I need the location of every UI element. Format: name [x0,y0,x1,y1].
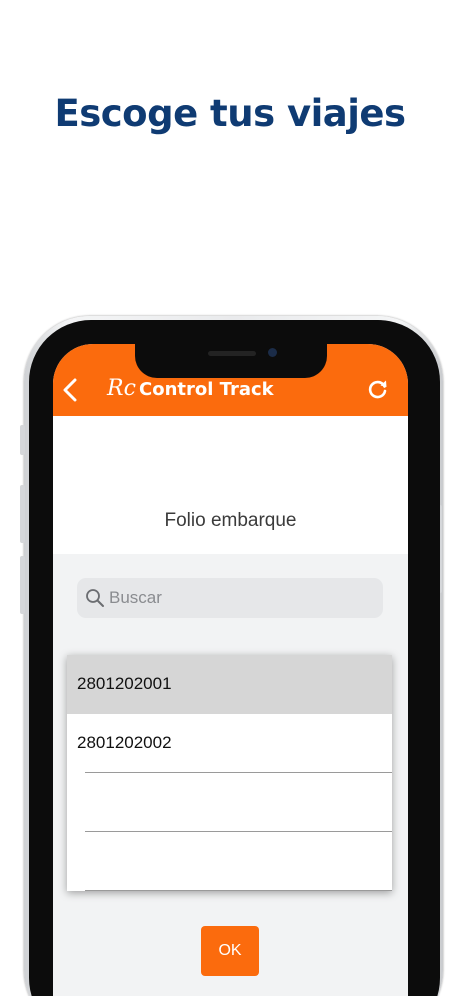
list-divider [85,890,392,891]
phone-side-button [20,425,25,455]
phone-volume-down-button [20,556,25,614]
list-item-empty[interactable] [67,773,392,832]
app-screen: Rc Control Track Folio embarque 28012020… [53,344,408,996]
list-item-label: 2801202001 [77,674,172,693]
list-item-label: 2801202002 [77,733,172,752]
phone-notch [135,344,327,378]
rc-logo-icon: Rc [107,376,136,401]
list-item-empty[interactable] [67,832,392,891]
search-icon [86,589,104,607]
search-bar[interactable] [77,578,383,618]
phone-camera [268,348,277,357]
ok-button[interactable]: OK [201,926,259,976]
chevron-left-icon[interactable] [59,376,81,404]
phone-volume-up-button [20,485,25,543]
form-header [53,416,408,554]
app-title: Control Track [139,379,274,400]
folio-embarque-label: Folio embarque [164,510,297,531]
list-item[interactable]: 2801202002 [67,714,392,773]
list-item-selected[interactable]: 2801202001 [67,655,392,714]
marketing-headline: Escoge tus viajes [54,92,406,135]
refresh-icon[interactable] [367,378,389,400]
folio-list: 2801202001 2801202002 [67,655,392,891]
phone-speaker [208,351,256,356]
search-input[interactable] [109,584,369,612]
